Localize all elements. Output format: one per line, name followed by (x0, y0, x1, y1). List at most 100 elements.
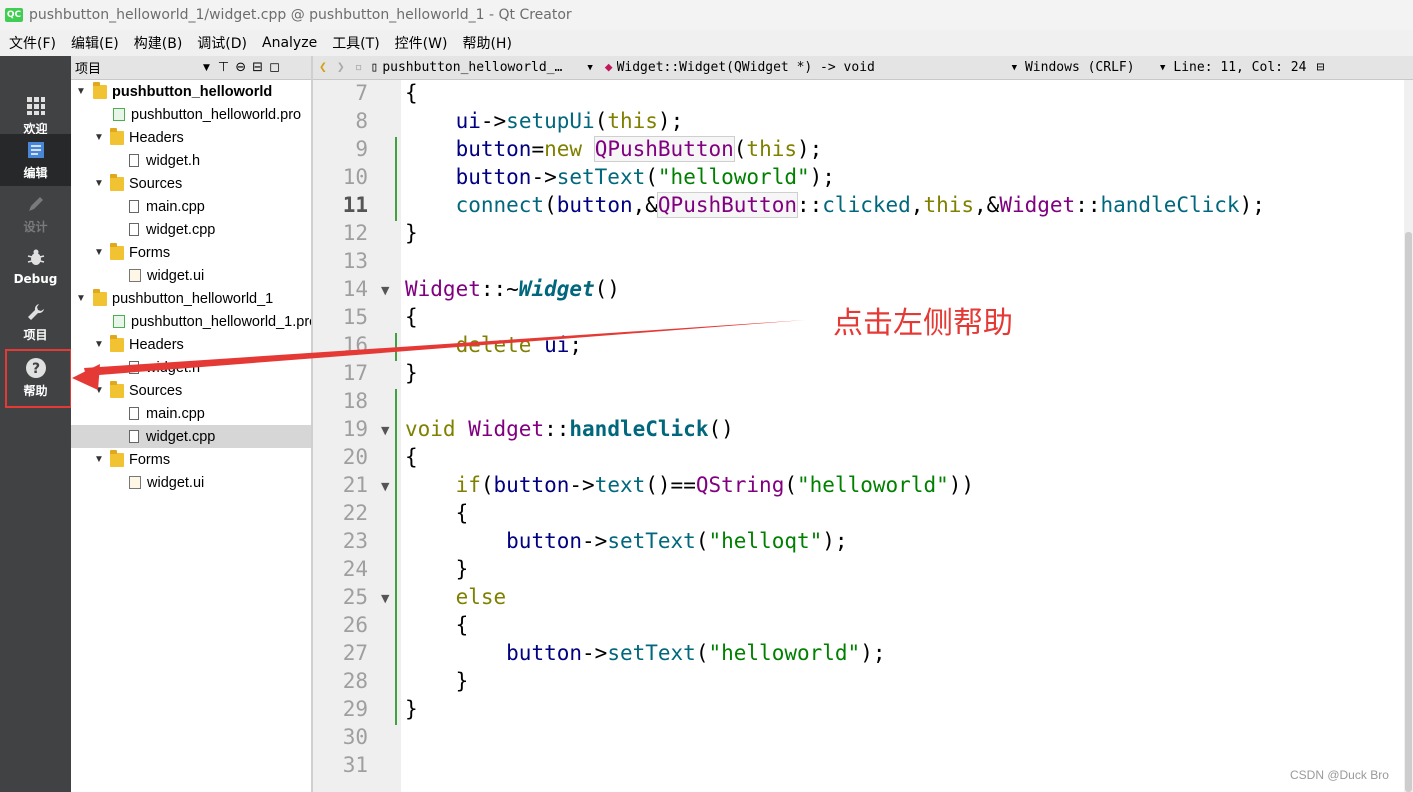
tree-item-project[interactable]: ▼ pushbutton_helloworld_1 (71, 287, 311, 310)
mode-sidebar: 欢迎 编辑 设计 Debug 项目 ? 帮助 (0, 56, 71, 792)
headers-folder-icon (110, 127, 124, 145)
scrollbar-thumb[interactable] (1405, 232, 1412, 792)
mode-debug-button[interactable]: Debug (0, 242, 71, 294)
tree-item-folder[interactable]: ▼ Headers (71, 333, 311, 356)
line-number: 22 (342, 501, 368, 525)
expand-arrow-icon[interactable]: ▼ (93, 178, 105, 189)
tree-item-label: widget.ui (147, 474, 205, 491)
code-line: ui->setupUi(this); (455, 109, 684, 133)
tree-item-label: widget.h (146, 359, 201, 376)
tree-item-folder[interactable]: ▼ Forms (71, 241, 311, 264)
tree-item-file[interactable]: widget.cpp (71, 218, 311, 241)
file-dropdown-icon[interactable]: ▼ (587, 63, 592, 73)
close-panel-icon[interactable]: ◻ (269, 60, 280, 75)
symbol-icon: ◆ (604, 60, 613, 75)
expand-arrow-icon[interactable]: ▼ (93, 247, 105, 258)
cursor-position[interactable]: Line: 11, Col: 24 (1173, 60, 1306, 75)
tree-item-folder[interactable]: ▼ Headers (71, 126, 311, 149)
tree-item-file[interactable]: main.cpp (71, 195, 311, 218)
mode-design-label: 设计 (23, 220, 48, 234)
watermark: CSDN @Duck Bro (1290, 768, 1389, 782)
tree-item-file-selected[interactable]: widget.cpp (71, 425, 311, 448)
tree-item-file[interactable]: widget.h (71, 149, 311, 172)
expand-arrow-icon[interactable]: ▼ (75, 293, 87, 304)
code-editor[interactable]: { ui->setupUi(this); button=new QPushBut… (401, 80, 1398, 792)
line-number: 17 (342, 361, 368, 385)
menu-file[interactable]: 文件(F) (0, 33, 62, 53)
expand-arrow-icon[interactable]: ▼ (93, 454, 105, 465)
modified-lines-marker (395, 389, 397, 725)
tree-item-folder[interactable]: ▼ Sources (71, 379, 311, 402)
symbol-dropdown-icon[interactable]: ▼ (1012, 63, 1017, 73)
split-icon[interactable]: ⊟ (252, 60, 263, 75)
menu-build[interactable]: 构建(B) (125, 33, 189, 53)
mode-edit-label: 编辑 (23, 166, 48, 180)
cpp-file-icon (129, 407, 139, 420)
document-icon (26, 138, 46, 162)
line-number: 15 (342, 305, 368, 329)
editor-toolbar: ❮ ❯ ▫ ▯ pushbutton_helloworld_… ▼ ◆ Widg… (313, 56, 1413, 80)
tree-item-file[interactable]: widget.ui (71, 471, 311, 494)
tree-item-file[interactable]: main.cpp (71, 402, 311, 425)
tree-item-folder[interactable]: ▼ Sources (71, 172, 311, 195)
tree-item-pro-file[interactable]: pushbutton_helloworld.pro (71, 103, 311, 126)
tree-item-label: Headers (129, 129, 184, 146)
mode-design-button[interactable]: 设计 (0, 188, 71, 240)
line-number: 29 (342, 697, 368, 721)
code-line: button->setText("helloqt"); (506, 529, 848, 553)
code-line: button->setText("helloworld"); (506, 641, 886, 665)
fold-arrow-icon[interactable]: ▼ (381, 277, 389, 305)
line-number: 16 (342, 333, 368, 357)
filter-icon[interactable]: ⊤ (218, 60, 229, 75)
sources-folder-icon (110, 173, 124, 191)
tree-item-folder[interactable]: ▼ Forms (71, 448, 311, 471)
line-number: 25 (342, 585, 368, 609)
tree-item-file[interactable]: widget.ui (71, 264, 311, 287)
menu-help[interactable]: 帮助(H) (453, 33, 517, 53)
tree-item-project[interactable]: ▼ pushbutton_helloworld (71, 80, 311, 103)
menu-edit[interactable]: 编辑(E) (62, 33, 125, 53)
expand-arrow-icon[interactable]: ▼ (75, 86, 87, 97)
editor-gutter: 7 8 9 10 11 12 13 14 15 16 17 18 19 20 2… (313, 80, 401, 792)
expand-arrow-icon[interactable]: ▼ (93, 132, 105, 143)
code-line: } (405, 669, 469, 693)
cpp-file-icon (129, 430, 139, 443)
open-file-selector[interactable]: pushbutton_helloworld_… (382, 60, 587, 75)
line-number: 21 (342, 473, 368, 497)
menu-analyze[interactable]: Analyze (253, 35, 323, 51)
line-number: 13 (342, 249, 368, 273)
modified-lines-marker (395, 333, 397, 361)
menu-controls[interactable]: 控件(W) (386, 33, 454, 53)
tree-item-label: Sources (129, 175, 183, 192)
line-ending-dropdown-icon[interactable]: ▼ (1160, 63, 1165, 73)
back-arrow-icon[interactable]: ❮ (319, 60, 327, 75)
editor-scrollbar[interactable] (1404, 80, 1413, 792)
file-icon: ▯ (370, 60, 379, 75)
line-ending-selector[interactable]: Windows (CRLF) (1025, 60, 1160, 75)
forward-arrow-icon[interactable]: ❯ (337, 60, 345, 75)
menu-tools[interactable]: 工具(T) (323, 33, 385, 53)
symbol-selector[interactable]: Widget::Widget(QWidget *) -> void (617, 60, 1012, 75)
line-number: 14 (342, 277, 368, 301)
expand-arrow-icon[interactable]: ▼ (93, 385, 105, 396)
code-line: Widget::~Widget() (405, 277, 620, 301)
expand-arrow-icon[interactable]: ▼ (93, 339, 105, 350)
mode-edit-button[interactable]: 编辑 (0, 134, 71, 186)
project-view-dropdown-icon[interactable]: ▼ (203, 63, 210, 73)
project-folder-icon (93, 288, 107, 306)
link-icon[interactable]: ⊖ (235, 60, 246, 75)
menu-bar: 文件(F) 编辑(E) 构建(B) 调试(D) Analyze 工具(T) 控件… (0, 30, 1413, 56)
tree-item-label: main.cpp (146, 198, 205, 215)
tree-item-file[interactable]: widget.h (71, 356, 311, 379)
code-line: } (405, 221, 418, 245)
fold-arrow-icon[interactable]: ▼ (381, 473, 389, 501)
menu-debug[interactable]: 调试(D) (188, 33, 253, 53)
line-number: 18 (342, 389, 368, 413)
code-line: } (405, 361, 418, 385)
tree-item-label: pushbutton_helloworld_1.pro (131, 313, 311, 330)
mode-projects-button[interactable]: 项目 (0, 296, 71, 348)
fold-arrow-icon[interactable]: ▼ (381, 585, 389, 613)
fold-arrow-icon[interactable]: ▼ (381, 417, 389, 445)
tree-item-pro-file[interactable]: pushbutton_helloworld_1.pro (71, 310, 311, 333)
split-editor-icon[interactable]: ⊟ (1316, 60, 1324, 75)
